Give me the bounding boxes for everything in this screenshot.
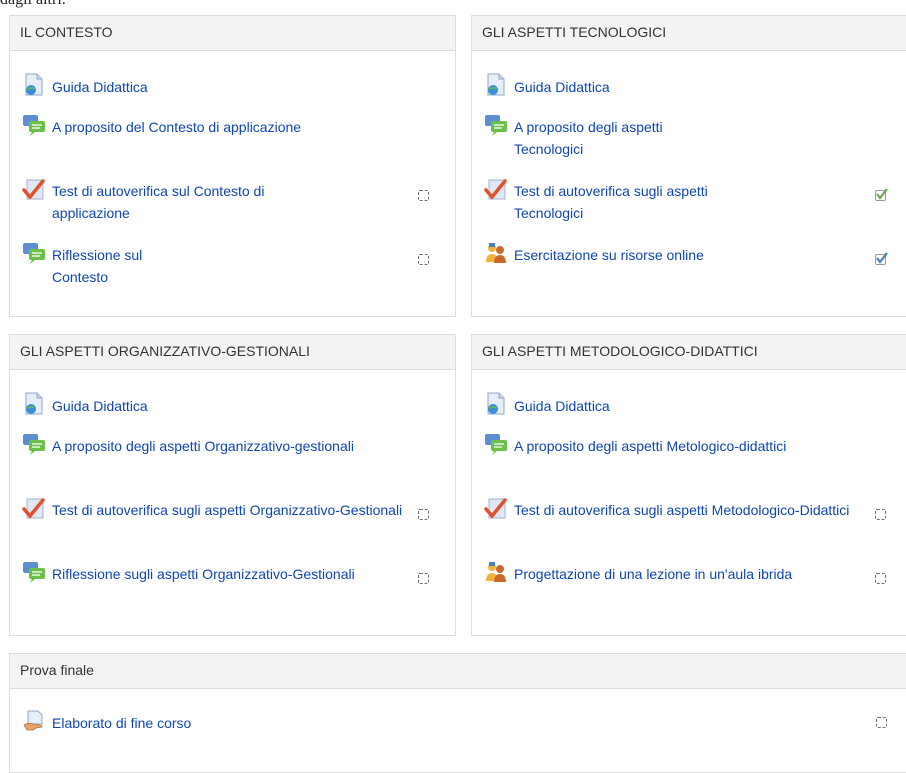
section-title: GLI ASPETTI ORGANIZZATIVO-GESTIONALI [10,335,455,370]
section-organizzativo-gestionali: GLI ASPETTI ORGANIZZATIVO-GESTIONALI Gui… [9,334,456,636]
activity-label[interactable]: Test di autoverifica sul Contesto di app… [52,180,322,224]
section-title: Prova finale [10,654,906,689]
check-blue-icon [876,252,888,264]
activity-forum[interactable]: A proposito degli aspetti Organizzativo-… [22,432,362,457]
activity-forum[interactable]: A proposito degli aspetti Metologico-did… [484,432,794,457]
activity-quiz[interactable]: Test di autoverifica sul Contesto di app… [22,177,322,224]
completion-checkbox-checked[interactable] [875,252,888,265]
forum-icon [22,113,46,137]
page-icon [484,392,508,416]
activity-guida-didattica[interactable]: Guida Didattica [484,392,610,417]
activity-guida-didattica[interactable]: Guida Didattica [22,392,148,417]
quiz-icon [22,496,46,520]
activity-label[interactable]: A proposito degli aspetti Metologico-did… [514,435,786,457]
activity-label[interactable]: Esercitazione su risorse online [514,244,704,266]
completion-checkbox[interactable] [418,190,429,201]
completion-checkbox[interactable] [418,573,429,584]
activity-label[interactable]: Riflessione sugli aspetti Organizzativo-… [52,563,355,585]
section-metodologico-didattici: GLI ASPETTI METODOLOGICO-DIDATTICI Guida… [471,334,906,636]
activity-label[interactable]: Elaborato di fine corso [52,712,191,734]
completion-checkbox[interactable] [418,509,429,520]
forum-icon [484,432,508,456]
activity-workshop[interactable]: Esercitazione su risorse online [484,241,714,266]
activity-guida-didattica[interactable]: Guida Didattica [22,73,148,98]
page-icon [22,73,46,97]
activity-label[interactable]: Test di autoverifica sugli aspetti Tecno… [514,180,764,224]
activity-label[interactable]: Guida Didattica [52,76,148,98]
activity-forum[interactable]: Riflessione sugli aspetti Organizzativo-… [22,560,362,585]
quiz-icon [484,177,508,201]
activity-label[interactable]: Guida Didattica [514,395,610,417]
activity-forum[interactable]: A proposito del Contesto di applicazione [22,113,322,138]
section-il-contesto: IL CONTESTO Guida Didattica A proposito … [9,15,456,317]
activity-label[interactable]: Test di autoverifica sugli aspetti Organ… [52,499,402,521]
activity-label[interactable]: Guida Didattica [52,395,148,417]
activity-forum[interactable]: Riflessione sul Contesto [22,241,202,288]
section-title: GLI ASPETTI TECNOLOGICI [472,16,906,51]
forum-icon [22,432,46,456]
forum-icon [22,560,46,584]
activity-assignment[interactable]: Elaborato di fine corso [22,709,191,734]
activity-quiz[interactable]: Test di autoverifica sugli aspetti Metod… [484,496,869,521]
activity-label[interactable]: Guida Didattica [514,76,610,98]
section-title: IL CONTESTO [10,16,455,51]
workshop-icon [484,241,508,265]
activity-label[interactable]: A proposito degli aspetti Organizzativo-… [52,435,354,457]
section-prova-finale: Prova finale Elaborato di fine corso [9,653,906,773]
activity-label[interactable]: Riflessione sul Contesto [52,244,202,288]
check-green-icon [876,188,888,200]
completion-checkbox-checked[interactable] [875,188,888,201]
completion-checkbox[interactable] [876,717,887,728]
quiz-icon [484,496,508,520]
activity-label[interactable]: A proposito del Contesto di applicazione [52,116,301,138]
forum-icon [22,241,46,265]
forum-icon [484,113,508,137]
section-title: GLI ASPETTI METODOLOGICO-DIDATTICI [472,335,906,370]
activity-label[interactable]: A proposito degli aspetti Tecnologici [514,116,714,160]
activity-quiz[interactable]: Test di autoverifica sugli aspetti Tecno… [484,177,764,224]
completion-checkbox[interactable] [418,254,429,265]
workshop-icon [484,560,508,584]
completion-checkbox[interactable] [875,509,886,520]
activity-guida-didattica[interactable]: Guida Didattica [484,73,610,98]
section-aspetti-tecnologici: GLI ASPETTI TECNOLOGICI Guida Didattica … [471,15,906,317]
activity-workshop[interactable]: Progettazione di una lezione in un'aula … [484,560,794,585]
completion-checkbox[interactable] [875,573,886,584]
activity-label[interactable]: Test di autoverifica sugli aspetti Metod… [514,499,849,521]
activity-label[interactable]: Progettazione di una lezione in un'aula … [514,563,792,585]
intro-text: dagli altri. [0,0,66,9]
activity-quiz[interactable]: Test di autoverifica sugli aspetti Organ… [22,496,407,521]
activity-forum[interactable]: A proposito degli aspetti Tecnologici [484,113,714,160]
page-icon [22,392,46,416]
page-icon [484,73,508,97]
assignment-icon [22,709,46,733]
quiz-icon [22,177,46,201]
